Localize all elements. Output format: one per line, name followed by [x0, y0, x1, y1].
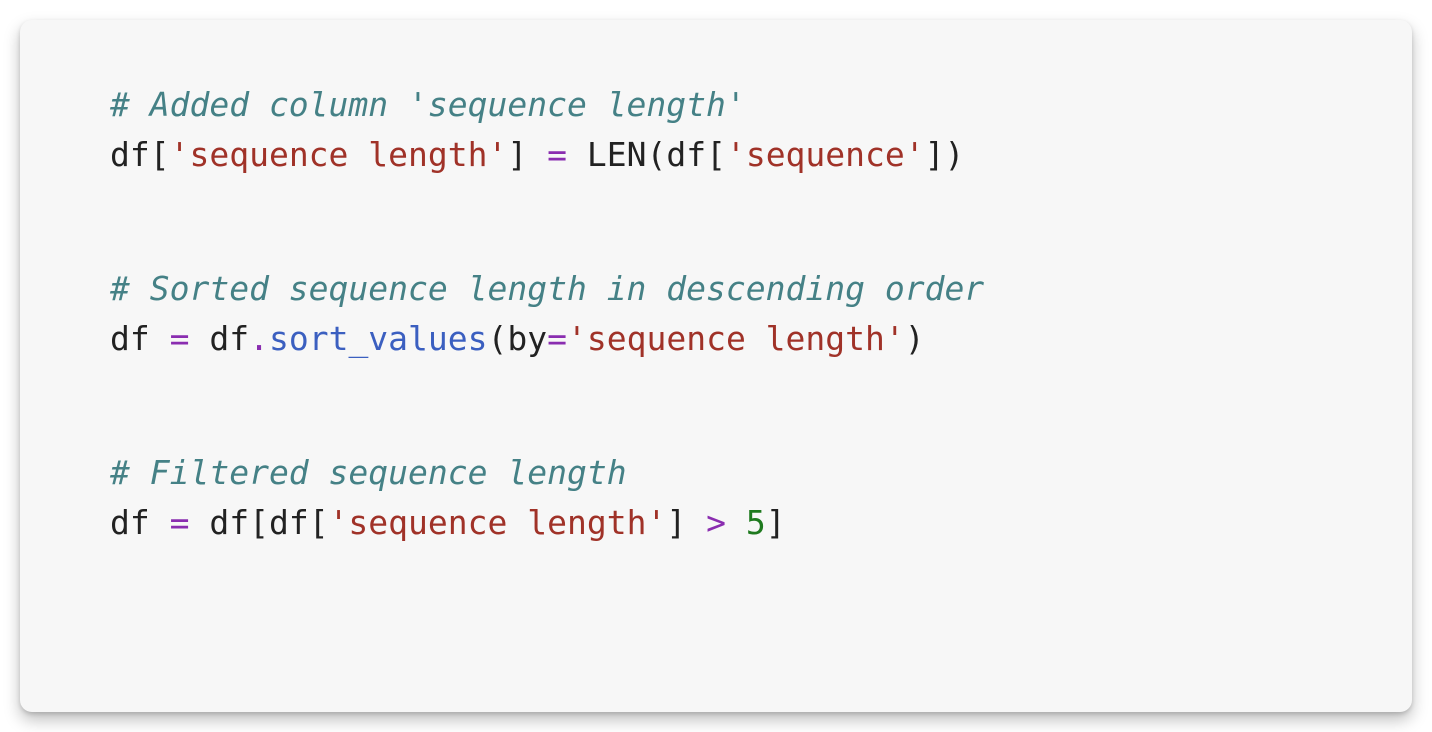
tok-dot: .: [249, 319, 269, 358]
code-block-3: # Filtered sequence length df = df[df['s…: [110, 448, 1322, 547]
tok: df: [189, 319, 249, 358]
tok: df: [110, 503, 170, 542]
code-block-2: # Sorted sequence length in descending o…: [110, 264, 1322, 363]
tok-string: 'sequence length': [329, 503, 667, 542]
tok-operator: =: [170, 503, 190, 542]
tok: ]: [507, 135, 547, 174]
tok-operator: =: [170, 319, 190, 358]
code-comment-2: # Sorted sequence length in descending o…: [110, 264, 1322, 314]
tok: df: [110, 319, 170, 358]
tok-method: sort_values: [269, 319, 488, 358]
tok: (by: [488, 319, 548, 358]
tok: df[: [110, 135, 170, 174]
tok-string: 'sequence length': [170, 135, 508, 174]
comment-text: # Filtered sequence length: [110, 453, 627, 492]
tok: ]: [666, 503, 706, 542]
code-card: # Added column 'sequence length' df['seq…: [20, 20, 1412, 712]
tok: LEN(df[: [567, 135, 726, 174]
tok-operator: =: [547, 319, 567, 358]
code-line-1: df['sequence length'] = LEN(df['sequence…: [110, 130, 1322, 180]
tok: ): [905, 319, 925, 358]
comment-text: # Sorted sequence length in descending o…: [110, 269, 984, 308]
tok: df[df[: [189, 503, 328, 542]
code-comment-1: # Added column 'sequence length': [110, 80, 1322, 130]
code-block-1: # Added column 'sequence length' df['seq…: [110, 80, 1322, 179]
tok-operator: =: [547, 135, 567, 174]
tok-number: 5: [746, 503, 766, 542]
tok-string: 'sequence length': [567, 319, 905, 358]
tok: [726, 503, 746, 542]
comment-text: # Added column 'sequence length': [110, 85, 746, 124]
tok: ]: [766, 503, 786, 542]
code-comment-3: # Filtered sequence length: [110, 448, 1322, 498]
tok-string: 'sequence': [726, 135, 925, 174]
code-line-3: df = df[df['sequence length'] > 5]: [110, 498, 1322, 548]
tok: ]): [925, 135, 965, 174]
code-line-2: df = df.sort_values(by='sequence length'…: [110, 314, 1322, 364]
tok-operator: >: [706, 503, 726, 542]
